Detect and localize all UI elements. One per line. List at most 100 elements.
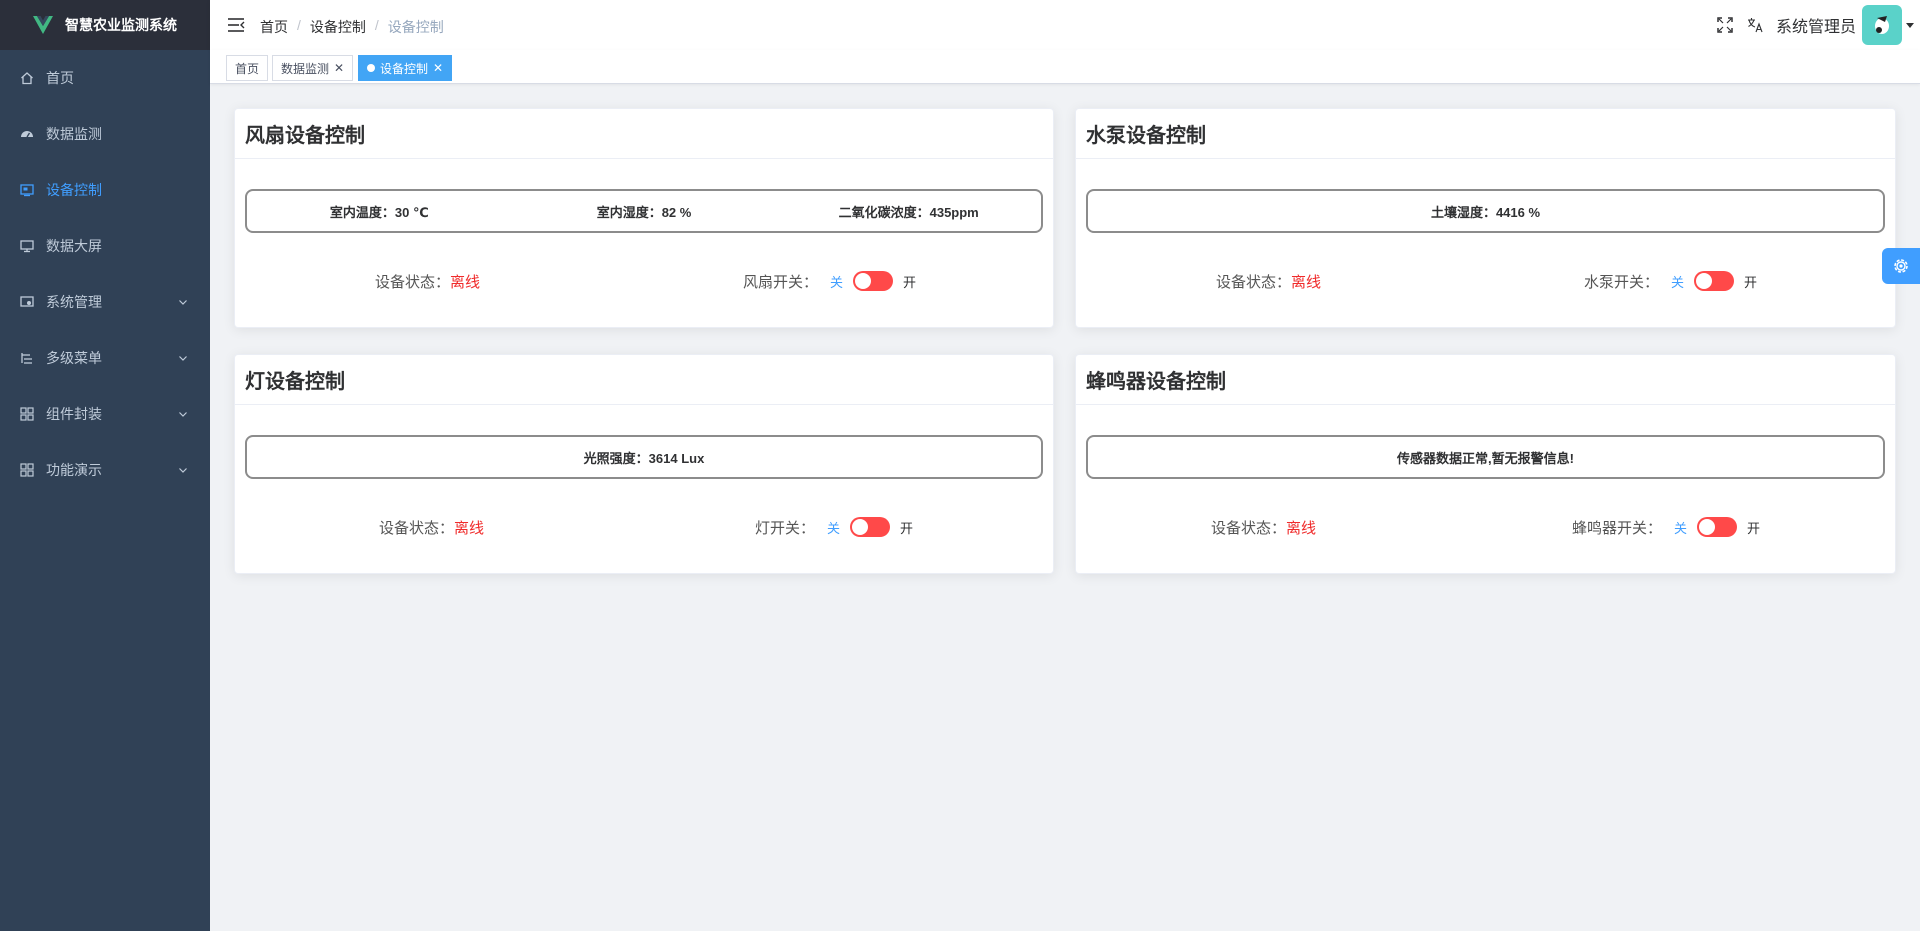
device-status-value: 离线 (1286, 519, 1317, 537)
buzzer-switch[interactable] (1697, 517, 1738, 537)
control-row: 设备状态： 离线 灯开关： 关 开 (235, 515, 1053, 539)
component-icon (20, 407, 34, 421)
device-status-label: 设备状态： (375, 273, 451, 291)
light-switch[interactable] (850, 517, 891, 537)
reading-indoor-temperature: 室内温度：30 ℃ (329, 204, 429, 220)
light-switch-group: 灯开关： 关 开 (755, 515, 913, 539)
translate-icon[interactable] (1746, 16, 1764, 34)
switch-label: 蜂鸣器开关： (1572, 519, 1663, 537)
logo[interactable]: 智慧农业监测系统 (0, 0, 210, 50)
breadcrumb-item-device-control[interactable]: 设备控制 (310, 17, 366, 37)
chevron-down-icon (179, 468, 187, 473)
sensor-readings-box: 土壤湿度：4416 % (1086, 189, 1885, 233)
switch-label: 灯开关： (755, 519, 816, 537)
close-icon[interactable]: ✕ (334, 61, 344, 75)
breadcrumb: 首页 / 设备控制 / 设备控制 (260, 17, 444, 37)
sidebar-item-label: 数据监测 (46, 126, 102, 142)
sidebar-item-label: 数据大屏 (46, 238, 102, 254)
light-control-card: 灯设备控制 光照强度：3614 Lux 设备状态： 离线 灯开关： 关 开 (234, 354, 1054, 574)
breadcrumb-separator: / (374, 17, 379, 33)
device-status: 设备状态： 离线 (379, 515, 484, 539)
reading-light-intensity: 光照强度：3614 Lux (583, 450, 705, 466)
sidebar-item-label: 多级菜单 (46, 350, 102, 366)
component-icon (20, 463, 34, 477)
reading-co2-concentration: 二氧化碳浓度：435ppm (838, 204, 979, 220)
fan-switch[interactable] (853, 271, 894, 291)
close-icon[interactable]: ✕ (433, 61, 443, 75)
chevron-down-icon (179, 300, 187, 305)
card-title: 水泵设备控制 (1076, 109, 1895, 159)
control-row: 设备状态： 离线 风扇开关： 关 开 (235, 269, 1053, 293)
switch-off-label: 关 (827, 520, 841, 536)
switch-on-label: 开 (1744, 274, 1758, 290)
chevron-down-icon (179, 356, 187, 361)
screen-icon (20, 239, 34, 253)
alarm-message: 传感器数据正常,暂无报警信息! (1397, 450, 1574, 466)
card-title: 灯设备控制 (235, 355, 1053, 405)
switch-on-label: 开 (903, 274, 917, 290)
device-status-label: 设备状态： (1216, 273, 1292, 291)
fan-switch-group: 风扇开关： 关 开 (743, 269, 916, 293)
device-status-value: 离线 (450, 273, 481, 291)
dashboard-icon (20, 127, 34, 141)
user-name[interactable]: 系统管理员 (1776, 13, 1856, 37)
switch-knob (1699, 519, 1716, 535)
device-status-value: 离线 (1291, 273, 1322, 291)
sidebar-item-feature-demo[interactable]: 功能演示 (0, 442, 210, 498)
device-status-label: 设备状态： (1211, 519, 1287, 537)
device-status-value: 离线 (454, 519, 485, 537)
fan-control-card: 风扇设备控制 室内温度：30 ℃ 室内湿度：82 % 二氧化碳浓度：435ppm… (234, 108, 1054, 328)
sidebar-item-label: 设备控制 (46, 182, 102, 198)
card-title: 蜂鸣器设备控制 (1076, 355, 1895, 405)
avatar[interactable] (1862, 5, 1902, 45)
breadcrumb-item-home[interactable]: 首页 (260, 17, 288, 37)
settings-button[interactable] (1882, 248, 1920, 284)
switch-on-label: 开 (900, 520, 914, 536)
tag-data-monitor[interactable]: 数据监测 ✕ (272, 55, 354, 81)
sidebar-item-home[interactable]: 首页 (0, 50, 210, 106)
pump-switch[interactable] (1694, 271, 1735, 291)
navbar: 首页 / 设备控制 / 设备控制 系统管理员 (210, 0, 1920, 50)
switch-off-label: 关 (830, 274, 844, 290)
sidebar-item-system-management[interactable]: 系统管理 (0, 274, 210, 330)
tree-icon (20, 351, 34, 365)
tag-home[interactable]: 首页 (226, 55, 269, 81)
switch-label: 风扇开关： (743, 273, 819, 291)
breadcrumb-item-current: 设备控制 (387, 19, 444, 35)
app-title: 智慧农业监测系统 (65, 17, 177, 33)
device-status: 设备状态： 离线 (1211, 515, 1316, 539)
sidebar-item-multilevel-menu[interactable]: 多级菜单 (0, 330, 210, 386)
tag-label: 数据监测 (281, 61, 330, 76)
switch-knob (1696, 273, 1713, 289)
control-row: 设备状态： 离线 蜂鸣器开关： 关 开 (1076, 515, 1895, 539)
device-status-label: 设备状态： (379, 519, 455, 537)
switch-knob (855, 273, 872, 289)
navbar-right-menu: 系统管理员 (1716, 0, 1920, 50)
control-row: 设备状态： 离线 水泵开关： 关 开 (1076, 269, 1895, 293)
sidebar-item-data-screen[interactable]: 数据大屏 (0, 218, 210, 274)
monitor-icon (20, 183, 34, 197)
gear-icon (1894, 259, 1908, 273)
card-title: 风扇设备控制 (235, 109, 1053, 159)
switch-knob (852, 519, 869, 535)
tag-device-control[interactable]: 设备控制 ✕ (358, 55, 453, 81)
sidebar-item-device-control[interactable]: 设备控制 (0, 162, 210, 218)
sidebar: 智慧农业监测系统 首页 数据监测 设备控制 数据大屏 系统管理 多级菜单 组件封… (0, 0, 210, 931)
switch-off-label: 关 (1671, 274, 1685, 290)
sidebar-item-label: 功能演示 (46, 462, 102, 478)
hamburger-icon[interactable] (227, 16, 245, 34)
device-status: 设备状态： 离线 (1216, 269, 1321, 293)
vue-logo-icon (33, 16, 53, 34)
sidebar-item-label: 系统管理 (46, 294, 102, 310)
caret-down-icon[interactable] (1904, 19, 1916, 31)
tag-label: 设备控制 (380, 61, 429, 76)
reading-indoor-humidity: 室内湿度：82 % (596, 204, 692, 220)
sidebar-item-component-wrapper[interactable]: 组件封装 (0, 386, 210, 442)
sensor-readings-box: 室内温度：30 ℃ 室内湿度：82 % 二氧化碳浓度：435ppm (245, 189, 1043, 233)
switch-off-label: 关 (1674, 520, 1688, 536)
sidebar-item-data-monitor[interactable]: 数据监测 (0, 106, 210, 162)
sidebar-item-label: 首页 (46, 70, 74, 86)
fullscreen-icon[interactable] (1716, 16, 1734, 34)
active-dot-icon (367, 64, 375, 72)
tags-view: 首页 数据监测 ✕ 设备控制 ✕ (210, 50, 1920, 84)
